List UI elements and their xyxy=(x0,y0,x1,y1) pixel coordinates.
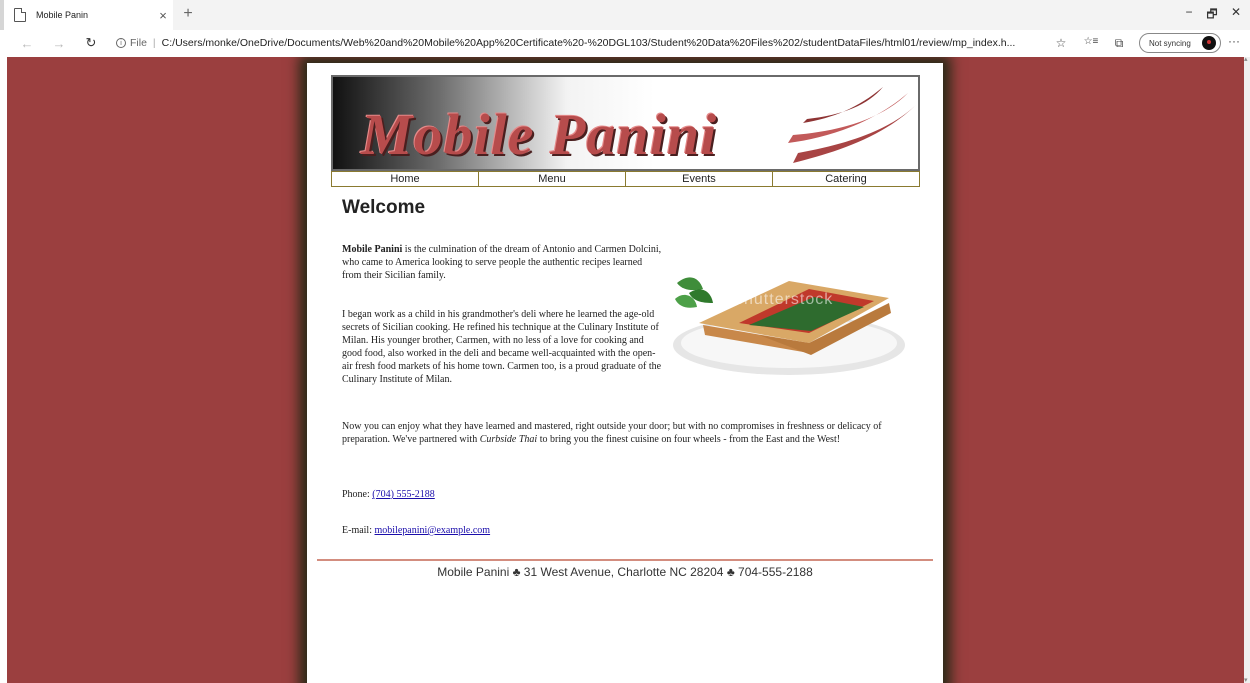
partnership-text-end: to bring you the finest cuisine on four … xyxy=(537,434,841,445)
main-nav: Home Menu Events Catering xyxy=(331,171,920,187)
site-logo: Mobile Panini xyxy=(331,75,920,171)
panini-photo xyxy=(673,277,905,375)
favorites-list-icon[interactable]: ☆≡ xyxy=(1082,36,1100,47)
forward-icon[interactable]: → xyxy=(48,36,70,51)
brand-name: Mobile Panini xyxy=(342,244,403,255)
email-link[interactable]: mobilepanini@example.com xyxy=(375,525,491,536)
page-icon xyxy=(14,8,26,22)
new-tab-icon[interactable]: + xyxy=(178,5,198,23)
favorite-star-icon[interactable]: ☆ xyxy=(1052,36,1070,50)
partnership-paragraph: Now you can enjoy what they have learned… xyxy=(342,420,902,446)
info-icon[interactable]: i xyxy=(116,38,126,48)
tab-title: Mobile Panin xyxy=(36,10,89,20)
email-label: E-mail: xyxy=(342,525,375,536)
sync-button[interactable]: Not syncing xyxy=(1139,33,1221,53)
collections-icon[interactable]: ⧉ xyxy=(1110,36,1128,51)
close-tab-icon[interactable]: × xyxy=(153,8,173,23)
phone-label: Phone: xyxy=(342,489,373,500)
address-separator: | xyxy=(152,37,156,49)
file-label: File xyxy=(130,37,147,49)
minimize-icon[interactable]: − xyxy=(1177,5,1201,19)
email-line: E-mail: mobilepanini@example.com xyxy=(342,524,490,537)
partner-name: Curbside Thai xyxy=(479,434,538,445)
photo-watermark: shutterstock xyxy=(735,291,834,308)
vertical-scrollbar[interactable] xyxy=(1244,55,1250,683)
address-bar[interactable]: i File | C:/Users/monke/OneDrive/Documen… xyxy=(116,37,1036,49)
page-container: Mobile Panini Home Menu Events Catering … xyxy=(307,63,943,683)
avatar xyxy=(1202,36,1216,50)
history-paragraph: I began work as a child in his grandmoth… xyxy=(342,309,662,385)
swoosh-icon xyxy=(788,87,918,163)
nav-events[interactable]: Events xyxy=(626,172,773,186)
page-viewport: Mobile Panini Home Menu Events Catering … xyxy=(7,57,1244,683)
page-footer: Mobile Panini ♣ 31 West Avenue, Charlott… xyxy=(437,565,813,579)
back-icon[interactable]: ← xyxy=(16,36,38,51)
more-icon[interactable]: ··· xyxy=(1228,34,1240,48)
refresh-icon[interactable]: ↻ xyxy=(80,35,102,51)
tab-bar: Mobile Panin × + − 🗗 ✕ xyxy=(0,0,1250,30)
footer-divider xyxy=(317,559,933,561)
restore-icon[interactable]: 🗗 xyxy=(1200,5,1224,26)
sync-label: Not syncing xyxy=(1149,38,1191,48)
tab-mobile-panini[interactable]: Mobile Panin × xyxy=(0,0,173,30)
intro-paragraph: Mobile Panini is the culmination of the … xyxy=(342,243,662,282)
phone-line: Phone: (704) 555-2188 xyxy=(342,488,435,501)
nav-menu[interactable]: Menu xyxy=(479,172,626,186)
phone-link[interactable]: (704) 555-2188 xyxy=(372,489,435,500)
close-window-icon[interactable]: ✕ xyxy=(1224,5,1248,19)
nav-home[interactable]: Home xyxy=(332,172,479,186)
browser-chrome: Mobile Panin × + − 🗗 ✕ ← → ↻ i File | C:… xyxy=(0,0,1250,56)
url-text[interactable]: C:/Users/monke/OneDrive/Documents/Web%20… xyxy=(162,37,1016,49)
nav-catering[interactable]: Catering xyxy=(773,172,919,186)
page-title: Welcome xyxy=(342,197,426,218)
logo-text: Mobile Panini xyxy=(361,102,718,167)
